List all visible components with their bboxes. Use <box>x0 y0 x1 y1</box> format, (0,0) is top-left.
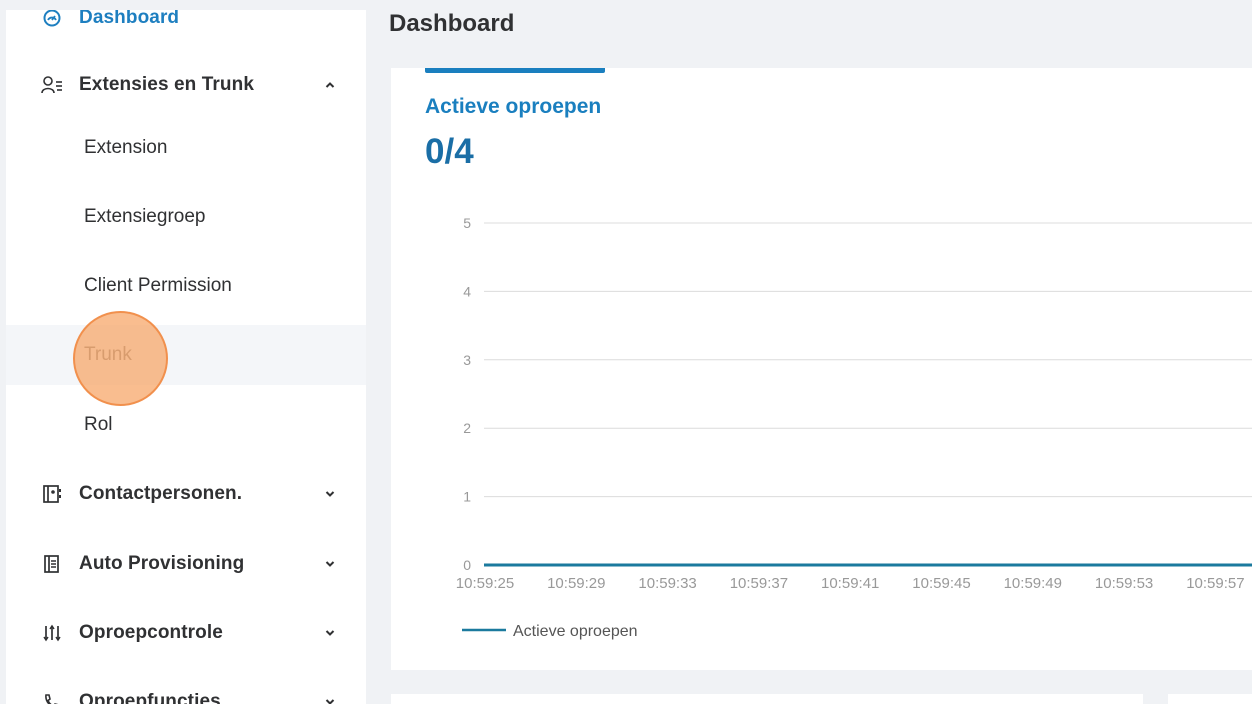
sidebar-item-label: Auto Provisioning <box>79 553 245 574</box>
dashboard-icon <box>40 10 64 30</box>
chevron-down-icon <box>322 486 338 502</box>
active-calls-chart: 0 1 2 3 4 5 10:59:25 10:59:29 10:59:33 10:59:37 10… <box>456 215 1252 640</box>
active-calls-card: Actieve oproepen 0/4 0 1 2 3 4 5 10:59:25 10:59… <box>391 68 1252 670</box>
legend-label: Actieve oproepen <box>513 623 638 640</box>
sidebar-item-oproepcontrole[interactable]: Oproepcontrole <box>6 608 366 658</box>
sidebar-subitem-extension[interactable]: Extension <box>6 118 366 178</box>
sidebar-subitem-label: Extension <box>84 137 168 158</box>
y-tick-label: 2 <box>463 420 471 436</box>
sidebar-subitem-rol[interactable]: Rol <box>6 395 366 455</box>
sidebar-subitem-label: Client Permission <box>84 275 232 296</box>
sidebar-item-label: Oproepcontrole <box>79 622 223 643</box>
sidebar-subitem-label: Extensiegroep <box>84 206 206 227</box>
y-tick-label: 4 <box>463 283 471 299</box>
sidebar-subitem-trunk[interactable]: Trunk <box>6 325 366 385</box>
contacts-icon <box>40 482 64 506</box>
sidebar-subitem-client-permission[interactable]: Client Permission <box>6 256 366 316</box>
sidebar-subitem-label: Rol <box>84 414 113 435</box>
x-tick-label: 10:59:49 <box>1004 575 1062 592</box>
y-tick-label: 5 <box>463 215 471 231</box>
bottom-card-left <box>391 694 1143 704</box>
chevron-down-icon <box>322 625 338 641</box>
chevron-down-icon <box>322 694 338 704</box>
sidebar-item-label: Extensies en Trunk <box>79 74 254 95</box>
bottom-card-right <box>1168 694 1252 704</box>
sidebar-item-dashboard[interactable]: Dashboard <box>6 10 366 43</box>
sort-icon <box>40 621 64 645</box>
page-title: Dashboard <box>389 10 515 37</box>
sidebar-item-oproepfuncties[interactable]: Oproepfuncties <box>6 677 366 704</box>
provisioning-icon <box>40 552 64 576</box>
sidebar-subitem-label: Trunk <box>84 344 132 365</box>
x-tick-label: 10:59:53 <box>1095 575 1153 592</box>
sidebar-item-contactpersonen[interactable]: Contactpersonen. <box>6 469 366 519</box>
x-tick-label: 10:59:57 <box>1186 575 1244 592</box>
y-tick-label: 0 <box>463 557 471 573</box>
sidebar-group-extensies-en-trunk[interactable]: Extensies en Trunk <box>6 60 366 110</box>
y-tick-label: 3 <box>463 352 471 368</box>
chevron-up-icon <box>322 77 338 93</box>
phone-icon <box>40 690 64 704</box>
x-tick-label: 10:59:41 <box>821 575 879 592</box>
sidebar-item-label: Dashboard <box>79 10 180 28</box>
x-tick-label: 10:59:33 <box>638 575 696 592</box>
sidebar-item-label: Oproepfuncties <box>79 691 221 704</box>
x-tick-label: 10:59:25 <box>456 575 514 592</box>
sidebar-subitem-extensiegroep[interactable]: Extensiegroep <box>6 187 366 247</box>
chevron-down-icon <box>322 556 338 572</box>
sidebar-item-auto-provisioning[interactable]: Auto Provisioning <box>6 539 366 589</box>
y-tick-label: 1 <box>463 489 471 505</box>
sidebar-item-label: Contactpersonen. <box>79 483 243 504</box>
x-tick-label: 10:59:45 <box>912 575 970 592</box>
sidebar: Dashboard Extensies en Trunk Extension E… <box>6 10 366 704</box>
x-tick-label: 10:59:37 <box>730 575 788 592</box>
x-tick-label: 10:59:29 <box>547 575 605 592</box>
users-icon <box>40 73 64 97</box>
